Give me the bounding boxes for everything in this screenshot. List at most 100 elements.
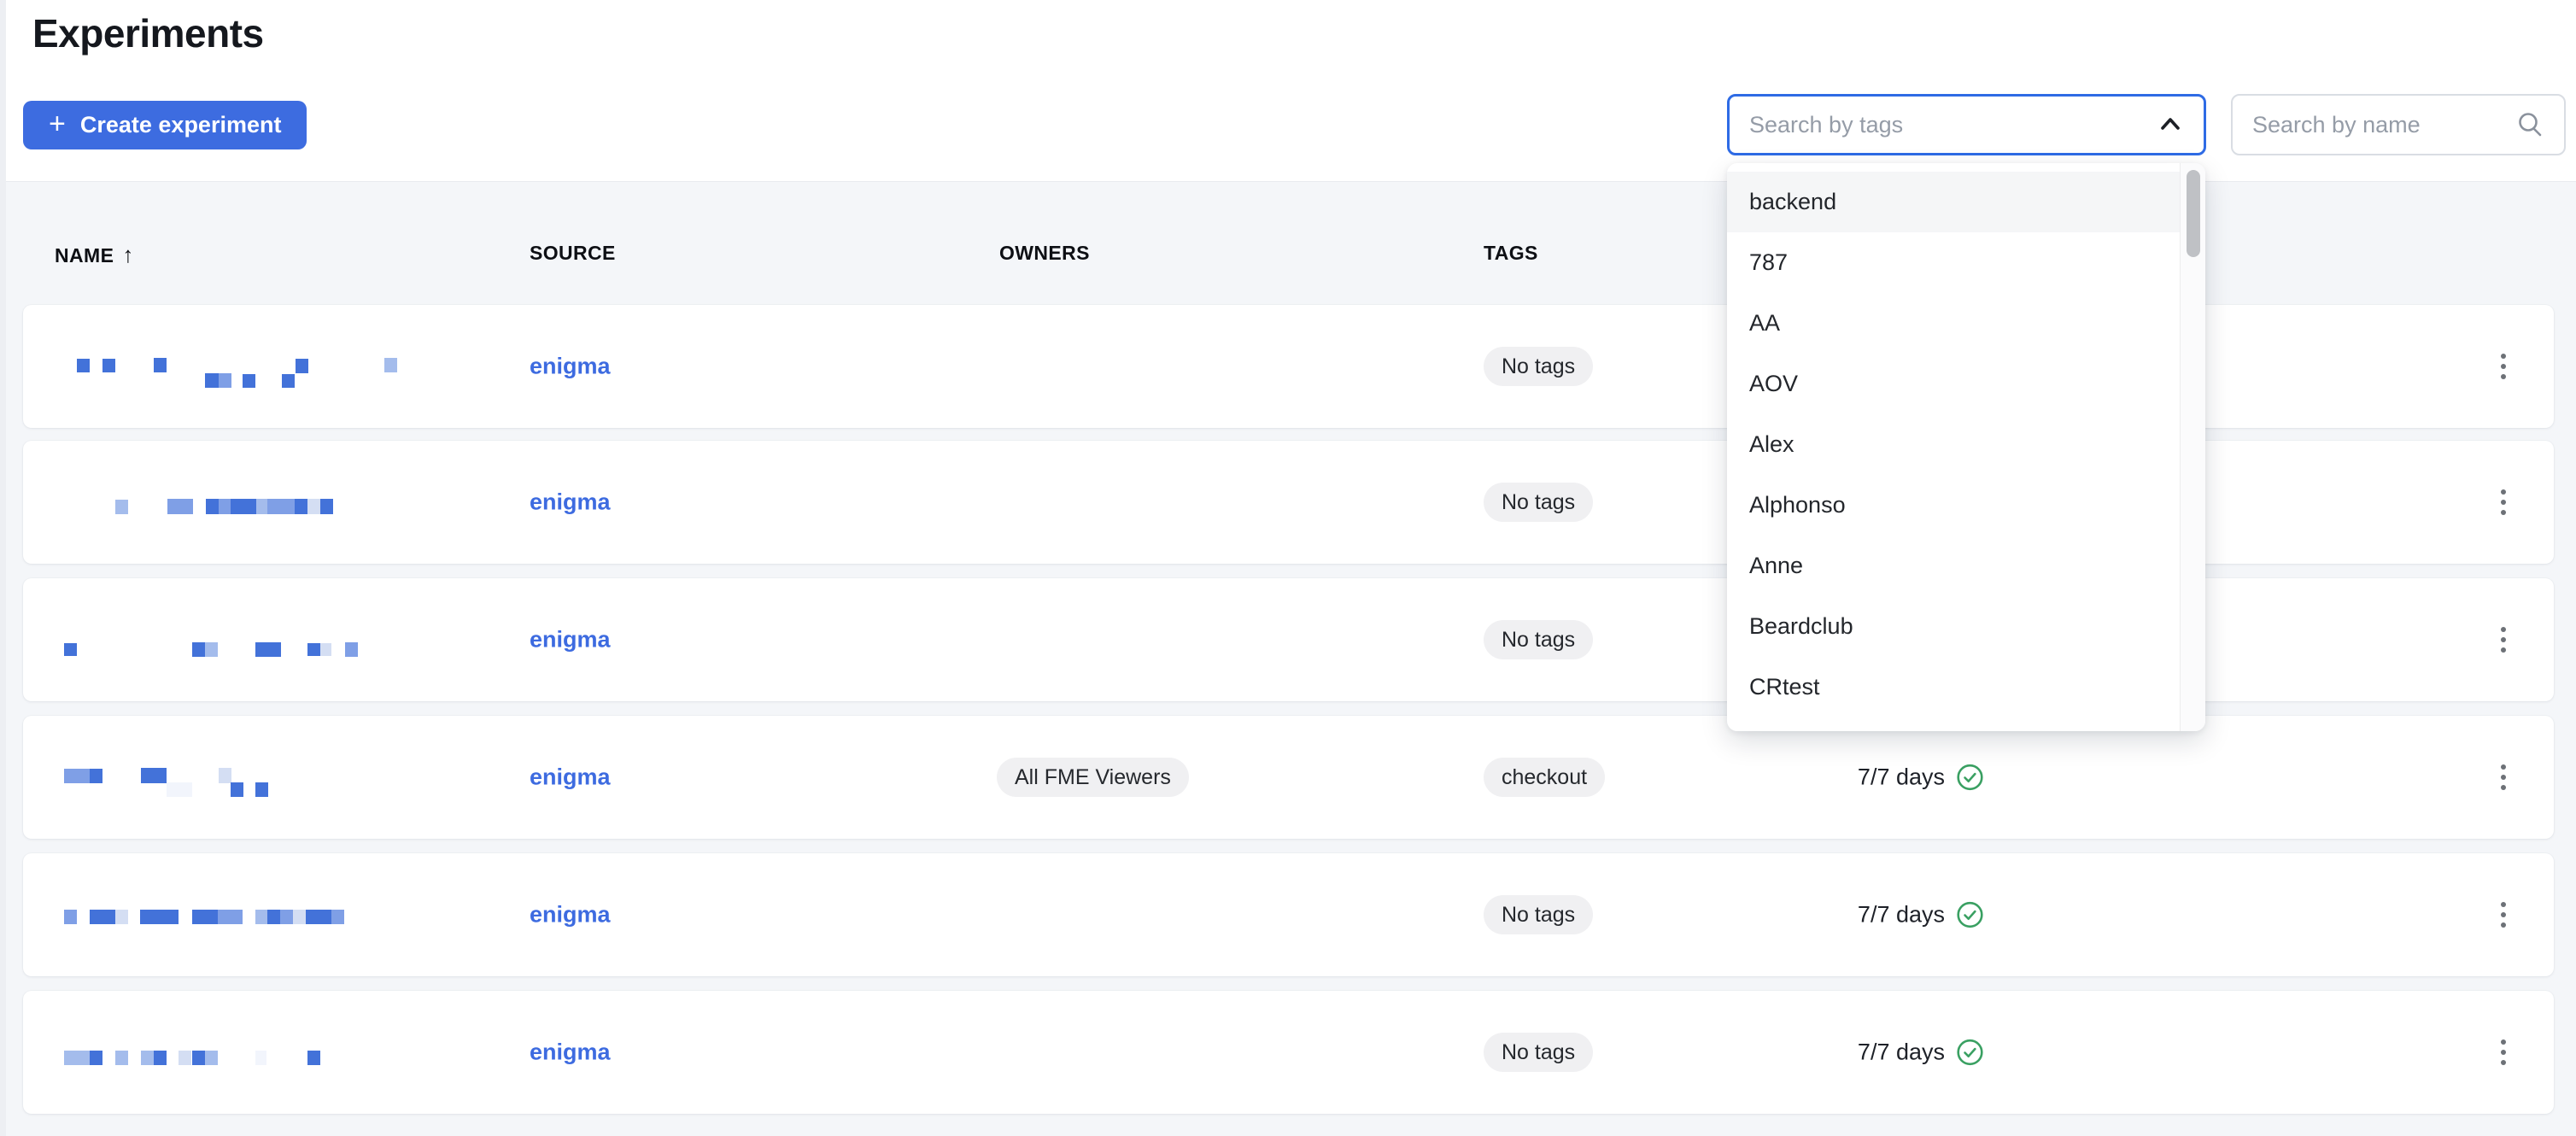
page-header: Experiments + Create experiment xyxy=(0,0,2576,182)
tag-option[interactable]: CRtest xyxy=(1727,657,2181,717)
redaction-block xyxy=(296,359,308,373)
source-link[interactable]: enigma xyxy=(530,627,611,653)
redaction-block xyxy=(282,374,295,388)
redaction-block xyxy=(154,768,167,783)
row-menu-button[interactable] xyxy=(2483,475,2524,530)
tag-chip: No tags xyxy=(1484,483,1594,522)
create-experiment-button[interactable]: + Create experiment xyxy=(23,101,307,149)
dropdown-scrollbar-thumb[interactable] xyxy=(2187,170,2200,257)
duration-text: 7/7 days xyxy=(1857,1039,1945,1065)
redaction-block xyxy=(255,910,267,924)
redaction-block xyxy=(280,910,293,924)
tag-search-input[interactable] xyxy=(1730,111,2156,138)
redaction-block xyxy=(154,1051,167,1065)
name-search-field xyxy=(2231,94,2566,155)
source-link[interactable]: enigma xyxy=(530,489,611,516)
column-header-source[interactable]: SOURCE xyxy=(530,242,616,265)
redaction-block xyxy=(102,910,115,924)
redaction-block xyxy=(280,499,295,514)
redaction-block xyxy=(267,499,280,514)
duration-cell: 7/7 days xyxy=(1858,1039,1984,1067)
redaction-block xyxy=(307,499,320,514)
redaction-block xyxy=(102,359,115,372)
row-menu-button[interactable] xyxy=(2483,887,2524,942)
redaction-block xyxy=(293,910,306,924)
plus-icon: + xyxy=(49,108,66,140)
redaction-block xyxy=(205,642,218,657)
source-link[interactable]: enigma xyxy=(530,354,611,380)
tag-option[interactable]: AA xyxy=(1727,293,2181,354)
owner-chip: All FME Viewers xyxy=(997,758,1189,797)
source-link[interactable]: enigma xyxy=(530,902,611,928)
row-menu-button[interactable] xyxy=(2483,750,2524,805)
redaction-block xyxy=(64,769,77,783)
redaction-block xyxy=(205,910,218,924)
tag-option[interactable]: Alex xyxy=(1727,414,2181,475)
experiment-row[interactable]: enigma All FME Viewers checkout 7/7 days xyxy=(23,716,2554,839)
tag-option[interactable]: AOV xyxy=(1727,354,2181,414)
redaction-block xyxy=(206,499,219,514)
chevron-up-icon[interactable] xyxy=(2156,110,2185,139)
redaction-block xyxy=(345,642,358,657)
redaction-block xyxy=(140,910,153,924)
experiment-name-redacted xyxy=(23,853,2554,976)
tag-dropdown-panel: backend 787 AA AOV Alex Alphonso Anne Beardclub… xyxy=(1727,163,2205,731)
check-circle-icon xyxy=(1957,1039,1983,1066)
redaction-block xyxy=(154,358,167,372)
redaction-block xyxy=(90,1051,102,1065)
tag-chip: checkout xyxy=(1484,758,1606,797)
redaction-block xyxy=(153,910,166,924)
redaction-block xyxy=(267,910,280,924)
redaction-block xyxy=(90,769,102,783)
row-menu-button[interactable] xyxy=(2483,612,2524,667)
row-menu-button[interactable] xyxy=(2483,339,2524,394)
source-link[interactable]: enigma xyxy=(530,1039,611,1066)
redaction-block xyxy=(64,1051,77,1065)
duration-text: 7/7 days xyxy=(1857,764,1945,790)
tag-option[interactable]: 787 xyxy=(1727,232,2181,293)
column-header-name[interactable]: NAME ↑ xyxy=(55,242,133,268)
duration-cell: 7/7 days xyxy=(1858,764,1984,792)
tag-chip: No tags xyxy=(1484,1033,1594,1072)
tag-option[interactable]: Beardclub xyxy=(1727,596,2181,657)
redaction-block xyxy=(307,643,320,656)
redaction-block xyxy=(205,373,219,388)
experiment-row[interactable]: enigma No tags 7/7 days xyxy=(23,853,2554,976)
redaction-block xyxy=(90,910,102,924)
page-edge-strip xyxy=(0,0,6,1136)
dropdown-scrollbar-track[interactable] xyxy=(2180,163,2205,731)
redaction-block xyxy=(231,499,243,514)
redaction-block xyxy=(307,1051,320,1065)
create-experiment-label: Create experiment xyxy=(79,112,282,138)
redaction-block xyxy=(256,499,267,514)
redaction-block xyxy=(255,782,268,797)
source-link[interactable]: enigma xyxy=(530,764,611,791)
redaction-block xyxy=(243,374,255,388)
tag-option[interactable]: Anne xyxy=(1727,536,2181,596)
redaction-block xyxy=(255,642,268,657)
redaction-block xyxy=(319,910,331,924)
row-menu-button[interactable] xyxy=(2483,1025,2524,1080)
name-search-input[interactable] xyxy=(2233,111,2515,138)
redaction-block xyxy=(192,1051,205,1065)
column-header-tags[interactable]: TAGS xyxy=(1484,242,1538,265)
duration-text: 7/7 days xyxy=(1857,901,1945,928)
experiment-row[interactable]: enigma No tags 7/7 days xyxy=(23,991,2554,1114)
redaction-block xyxy=(231,782,243,797)
redaction-block xyxy=(243,499,256,514)
tag-chip: No tags xyxy=(1484,347,1594,386)
tag-option[interactable]: Alphonso xyxy=(1727,475,2181,536)
redaction-block xyxy=(64,643,77,656)
tag-option[interactable]: backend xyxy=(1727,172,2181,232)
redaction-block xyxy=(268,642,281,657)
column-header-owners[interactable]: OWNERS xyxy=(999,242,1090,265)
redaction-block xyxy=(295,499,307,514)
redaction-block xyxy=(219,499,231,514)
experiment-name-redacted xyxy=(23,991,2554,1114)
redaction-block xyxy=(166,910,179,924)
redaction-block xyxy=(141,768,154,783)
redaction-block xyxy=(115,910,128,924)
redaction-block xyxy=(320,499,333,514)
redaction-block xyxy=(167,782,192,797)
redaction-block xyxy=(77,769,90,783)
